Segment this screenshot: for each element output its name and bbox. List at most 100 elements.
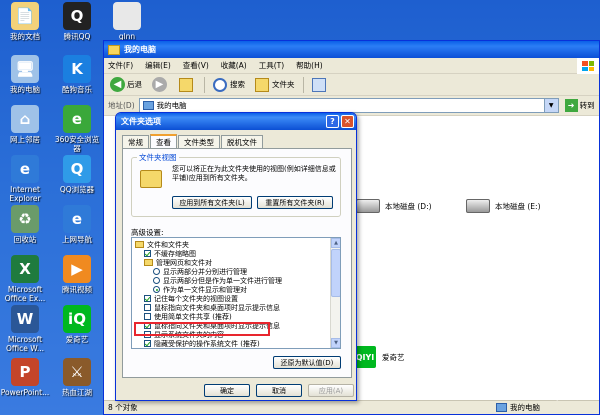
folder-icon [135,241,144,248]
my-computer-icon [496,403,507,412]
go-label: 转到 [579,101,595,110]
apply-button[interactable]: 应用(A) [308,384,354,397]
go-button[interactable]: ➜ 转到 [564,99,595,112]
iqiyi-shortcut[interactable]: QIYI 爱奇艺 [354,346,405,368]
close-button[interactable]: ✕ [341,115,354,128]
folder-views-icon [140,170,162,188]
dialog-title: 文件夹选项 [121,117,161,126]
views-button[interactable] [310,76,331,94]
desktop-shortcut[interactable]: ▶ 腾讯视频 [52,255,102,294]
chevron-down-icon[interactable]: ▼ [543,99,558,112]
up-button[interactable] [177,76,198,94]
folders-button[interactable]: 文件夹 [253,76,297,94]
desktop-shortcut-label: 腾讯视频 [62,285,92,294]
exe-file-icon [113,2,141,30]
desktop-shortcut[interactable]: e Internet Explorer [0,155,50,203]
desktop-shortcut-label: 我的电脑 [10,85,40,94]
desktop-shortcut[interactable]: ⚔ 热血江湖 [52,358,102,397]
view-tab-panel: 文件夹视图 您可以将正在为此文件夹使用的视图(例如详细信息或平铺)应用到所有文件… [122,148,352,378]
desktop-shortcut[interactable]: e 360安全浏览器 [52,105,102,153]
folder-views-title: 文件夹视图 [137,152,179,163]
folders-icon [255,77,269,92]
checkbox[interactable] [144,313,151,320]
menu-view[interactable]: 查看(V) [183,60,209,71]
radio-button[interactable] [153,268,160,275]
desktop-shortcut[interactable]: P PowerPoint... [0,358,50,397]
tab-file-types[interactable]: 文件类型 [178,135,220,148]
desktop-shortcut[interactable]: glnn [102,2,152,41]
checkbox[interactable] [144,250,151,257]
reset-all-folders-button[interactable]: 重置所有文件夹(R) [257,196,333,209]
desktop-shortcut[interactable]: 📄 我的文档 [0,2,50,41]
address-input[interactable]: 我的电脑 ▼ [138,98,559,113]
checkbox[interactable] [144,340,151,347]
drive-e-label: 本地磁盘 (E:) [495,201,541,211]
web-nav-icon: e [63,205,91,233]
address-label: 地址(D) [108,101,135,110]
apply-to-all-folders-button[interactable]: 应用到所有文件夹(L) [172,196,252,209]
advanced-settings-list[interactable]: 文件和文件夹 不缓存缩略图 管理网页和文件对 显示两部分并分别进行管理 显示两部分但是作… [131,237,341,349]
radio-button[interactable] [153,277,160,284]
restore-defaults-button[interactable]: 还原为默认值(D) [273,356,341,369]
forward-button[interactable]: ▶ [150,76,171,94]
tab-view[interactable]: 查看 [150,134,177,148]
qq-browser-icon: Q [63,155,91,183]
desktop-shortcut[interactable]: X Microsoft Office Ex... [0,255,50,303]
scrollbar-thumb[interactable] [331,249,340,297]
watermark: 系统之家 XITONGZHIJIA.NET [518,374,582,401]
scroll-down-icon[interactable]: ▼ [331,338,340,348]
search-button[interactable]: 搜索 [211,76,247,94]
status-object-count: 8 个对象 [108,403,138,412]
word-icon: W [11,305,39,333]
watermark-subtext: XITONGZHIJIA.NET [517,393,582,401]
dialog-titlebar[interactable]: 文件夹选项 ? ✕ [116,113,356,130]
highlight-box [134,322,270,336]
folder-views-description: 您可以将正在为此文件夹使用的视图(例如详细信息或平铺)应用到所有文件夹。 [172,165,336,182]
back-arrow-icon: ◀ [110,77,125,92]
tencent-video-icon: ▶ [63,255,91,283]
menu-edit[interactable]: 编辑(E) [145,60,171,71]
desktop-shortcut[interactable]: ♻ 回收站 [0,205,50,244]
ok-button[interactable]: 确定 [204,384,250,397]
checkbox[interactable] [144,295,151,302]
folder-icon [144,259,153,266]
desktop-shortcut-label: PowerPoint... [0,388,50,397]
go-arrow-icon: ➜ [564,99,578,112]
desktop-shortcut-label: QQ浏览器 [59,185,95,194]
iqiyi-icon: QIYI [354,346,376,368]
desktop-shortcut-label: 酷狗音乐 [62,85,92,94]
desktop-shortcut[interactable]: W Microsoft Office W... [0,305,50,353]
help-button[interactable]: ? [326,115,339,128]
desktop-shortcut[interactable]: iQ 爱奇艺 [52,305,102,344]
my-computer-icon: 🖥 [11,55,39,83]
advanced-setting-row[interactable]: 隐藏受保护的操作系统文件 (推荐) [144,339,260,348]
drive-d[interactable]: 本地磁盘 (D:) [356,199,432,213]
cancel-button[interactable]: 取消 [256,384,302,397]
desktop-shortcut[interactable]: ⌂ 网上邻居 [0,105,50,144]
desktop-shortcut-label: 爱奇艺 [65,335,89,344]
desktop-shortcut[interactable]: 🖥 我的电脑 [0,55,50,94]
menu-tools[interactable]: 工具(T) [259,60,284,71]
tab-offline-files[interactable]: 脱机文件 [221,135,263,148]
explorer-titlebar[interactable]: 我的电脑 [104,41,599,58]
explorer-menubar: 文件(F) 编辑(E) 查看(V) 收藏(A) 工具(T) 帮助(H) [104,58,599,74]
menu-favorites[interactable]: 收藏(A) [221,60,247,71]
windows-logo-icon [577,58,599,74]
desktop-shortcut[interactable]: K 酷狗音乐 [52,55,102,94]
scrollbar[interactable]: ▲ ▼ [330,238,340,348]
scroll-up-icon[interactable]: ▲ [331,238,340,248]
back-button[interactable]: ◀ 后退 [108,76,144,94]
desktop-shortcut[interactable]: e 上网导航 [52,205,102,244]
drive-e[interactable]: 本地磁盘 (E:) [466,199,541,213]
desktop-shortcut[interactable]: Q QQ浏览器 [52,155,102,194]
toolbar-separator [302,76,304,93]
excel-icon: X [11,255,39,283]
search-icon [213,77,227,92]
desktop-shortcut[interactable]: Q 腾讯QQ [52,2,102,41]
checkbox[interactable] [144,304,151,311]
radio-button[interactable] [153,286,160,293]
folder-up-icon [179,77,193,92]
menu-help[interactable]: 帮助(H) [296,60,323,71]
menu-file[interactable]: 文件(F) [108,60,133,71]
tab-general[interactable]: 常规 [122,135,149,148]
